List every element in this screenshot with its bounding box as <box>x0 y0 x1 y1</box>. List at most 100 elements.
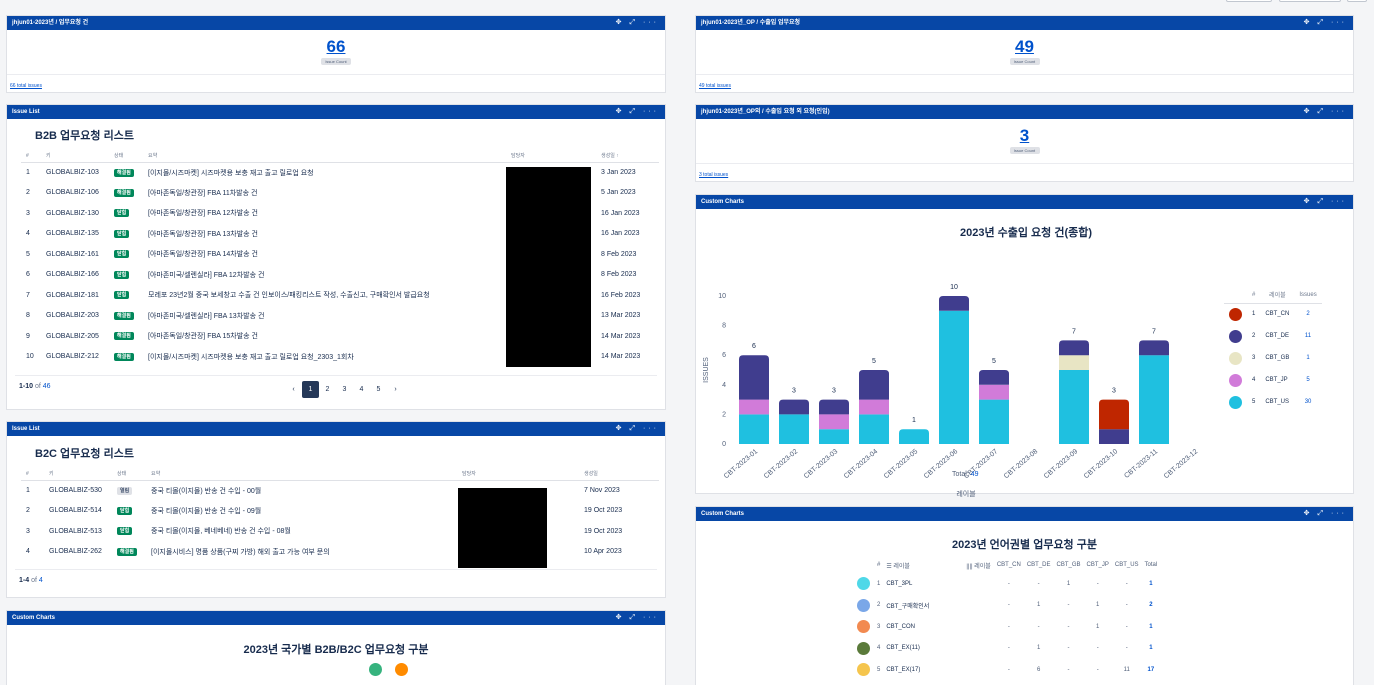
issue-count-value[interactable]: 49 <box>696 37 1353 57</box>
issue-summary[interactable]: [아마존미국/셀렌실라] FBA 13차발송 건 <box>148 306 511 327</box>
matrix-cell[interactable]: 1 <box>1024 638 1054 660</box>
legend-issues[interactable]: 11 <box>1294 325 1321 347</box>
gadget-controls-icon[interactable]: ✥ ⤢ ··· <box>1304 105 1347 119</box>
issue-key-link[interactable]: GLOBALBIZ-262 <box>49 542 117 563</box>
issue-summary[interactable]: 모레포 23년2월 중국 보세창고 수출 건 인보이스/패킹리스트 작성, 수출… <box>148 285 511 306</box>
matrix-column-header[interactable]: ☰ 레이블 <box>883 557 963 573</box>
issue-summary[interactable]: 중국 티몰(이지몰) 반송 건 수입 - 09월 <box>151 501 462 522</box>
matrix-cell[interactable]: 1 <box>1084 616 1112 638</box>
gadget-controls-icon[interactable]: ✥ ⤢ ··· <box>1304 195 1347 209</box>
col-created[interactable]: 생성일 <box>584 468 659 481</box>
bar-segment-cbt_de[interactable] <box>859 370 889 400</box>
issue-count-value[interactable]: 66 <box>7 37 665 57</box>
bar-segment-cbt_jp[interactable] <box>979 384 1009 400</box>
issue-summary[interactable]: [아마존독일/창관장] FBA 15차발송 건 <box>148 326 511 347</box>
row-total[interactable]: 1 <box>1142 573 1161 595</box>
bar-segment-cbt_de[interactable] <box>979 370 1009 385</box>
bar-segment-cbt_us[interactable] <box>1059 370 1089 444</box>
matrix-column-header[interactable]: CBT_JP <box>1084 557 1112 573</box>
bar-segment-cbt_jp[interactable] <box>739 399 769 415</box>
issue-summary[interactable]: 중국 티몰(이지몰, 베네베네) 반송 건 수입 - 08월 <box>151 521 462 542</box>
col-key[interactable]: 키 <box>46 150 114 163</box>
gadget-controls-icon[interactable]: ✥ ⤢ ··· <box>1304 507 1347 521</box>
table-row[interactable]: 1 CBT_3PL - - 1 - - 1 <box>852 573 1160 595</box>
issue-key-link[interactable]: GLOBALBIZ-530 <box>49 480 117 501</box>
issue-summary[interactable]: [이지몰/시즈마켓] 시즈마켓용 보충 재고 출고 릴로업 요청_2303_1회… <box>148 347 511 368</box>
matrix-cell[interactable]: 1 <box>1084 595 1112 617</box>
issue-key-link[interactable]: GLOBALBIZ-212 <box>46 347 114 368</box>
table-row[interactable]: 2 GLOBALBIZ-514 닫힘 중국 티몰(이지몰) 반송 건 수입 - 09월… <box>21 501 659 522</box>
page-button[interactable]: 5 <box>370 386 387 393</box>
bar-segment-cbt_us[interactable] <box>939 310 969 444</box>
matrix-column-header[interactable]: |||| 레이블 <box>963 557 993 573</box>
legend-row[interactable]: 4 CBT_JP 5 <box>1224 369 1322 391</box>
bar-segment-cbt_de[interactable] <box>779 399 809 415</box>
issue-summary[interactable]: [아마존독일/창관장] FBA 13차발송 건 <box>148 224 511 245</box>
bar-segment-cbt_us[interactable] <box>899 429 929 444</box>
bar-segment-cbt_de[interactable] <box>819 399 849 415</box>
prev-page-button[interactable]: ‹ <box>285 386 302 393</box>
toolbar-button[interactable] <box>1226 0 1272 2</box>
col-created[interactable]: 생성일 ↑ <box>601 150 659 163</box>
page-button[interactable]: 1 <box>302 381 319 398</box>
bar-segment-cbt_us[interactable] <box>859 414 889 444</box>
bar-segment-cbt_de[interactable] <box>939 296 969 311</box>
page-button[interactable]: 4 <box>353 386 370 393</box>
col-assignee[interactable]: 담당자 <box>462 468 584 481</box>
table-row[interactable]: 4 GLOBALBIZ-262 해결됨 [이지몰시비스] 명품 상품(구찌 가방) 해… <box>21 542 659 563</box>
col-assignee[interactable]: 담당자 <box>511 150 601 163</box>
matrix-column-header[interactable]: Total <box>1142 557 1161 573</box>
table-row[interactable]: 5 CBT_EX(17) - 6 - - 11 17 <box>852 659 1160 681</box>
issue-key-link[interactable]: GLOBALBIZ-135 <box>46 224 114 245</box>
next-page-button[interactable]: › <box>387 386 404 393</box>
total-issues-link[interactable]: 3 total issues <box>699 172 728 178</box>
issue-key-link[interactable]: GLOBALBIZ-514 <box>49 501 117 522</box>
issue-key-link[interactable]: GLOBALBIZ-130 <box>46 203 114 224</box>
bar-segment-cbt_us[interactable] <box>979 399 1009 444</box>
total-issues-link[interactable]: 66 total issues <box>10 83 42 89</box>
matrix-cell[interactable]: 11 <box>1112 659 1142 681</box>
matrix-cell[interactable]: 6 <box>1024 659 1054 681</box>
bar-segment-cbt_us[interactable] <box>1139 355 1169 444</box>
issue-key-link[interactable]: GLOBALBIZ-106 <box>46 183 114 204</box>
legend-issues[interactable]: 2 <box>1294 303 1321 325</box>
issue-summary[interactable]: [아마존미국/셀렌실라] FBA 12차발송 건 <box>148 265 511 286</box>
issue-summary[interactable]: [아마존독일/창관장] FBA 14차발송 건 <box>148 244 511 265</box>
gadget-controls-icon[interactable]: ✥ ⤢ ··· <box>616 611 659 625</box>
bar-segment-cbt_us[interactable] <box>819 429 849 444</box>
toolbar-button[interactable] <box>1347 0 1367 2</box>
table-row[interactable]: 4 CBT_EX(11) - 1 - - - 1 <box>852 638 1160 660</box>
col-number[interactable]: # <box>21 468 49 481</box>
row-total[interactable]: 2 <box>1142 595 1161 617</box>
row-total[interactable]: 1 <box>1142 638 1161 660</box>
issue-key-link[interactable]: GLOBALBIZ-205 <box>46 326 114 347</box>
matrix-column-header[interactable]: CBT_GB <box>1054 557 1084 573</box>
legend-row[interactable]: 5 CBT_US 30 <box>1224 391 1322 413</box>
gadget-controls-icon[interactable]: ✥ ⤢ ··· <box>616 105 659 119</box>
issue-key-link[interactable]: GLOBALBIZ-203 <box>46 306 114 327</box>
matrix-column-header[interactable]: CBT_US <box>1112 557 1142 573</box>
matrix-cell[interactable]: 1 <box>1054 573 1084 595</box>
bar-segment-cbt_us[interactable] <box>779 414 809 444</box>
matrix-cell[interactable]: 1 <box>1024 595 1054 617</box>
bar-segment-cbt_us[interactable] <box>739 414 769 444</box>
legend-issues[interactable]: 5 <box>1294 369 1321 391</box>
bar-segment-cbt_de[interactable] <box>739 355 769 400</box>
legend-row[interactable]: 1 CBT_CN 2 <box>1224 303 1322 325</box>
row-total[interactable]: 17 <box>1142 659 1161 681</box>
bar-segment-cbt_de[interactable] <box>1139 340 1169 356</box>
col-summary[interactable]: 요약 <box>148 150 511 163</box>
issue-count-value[interactable]: 3 <box>696 126 1353 146</box>
issue-summary[interactable]: [이지몰/시즈마켓] 시즈마켓용 보충 재고 출고 릴로업 요청 <box>148 162 511 183</box>
table-row[interactable]: 3 CBT_CON - - - 1 - 1 <box>852 616 1160 638</box>
gadget-controls-icon[interactable]: ✥ ⤢ ··· <box>616 422 659 436</box>
col-status[interactable]: 상태 <box>117 468 151 481</box>
total-issues-link[interactable]: 49 total issues <box>699 83 731 89</box>
matrix-column-header[interactable]: CBT_CN <box>994 557 1024 573</box>
issue-key-link[interactable]: GLOBALBIZ-161 <box>46 244 114 265</box>
page-button[interactable]: 2 <box>319 386 336 393</box>
table-row[interactable]: 2 CBT_구매확인서 - 1 - 1 - 2 <box>852 595 1160 617</box>
legend-issues[interactable]: 30 <box>1294 391 1321 413</box>
table-row[interactable]: 3 GLOBALBIZ-513 닫힘 중국 티몰(이지몰, 베네베네) 반송 건 수입… <box>21 521 659 542</box>
issue-summary[interactable]: [아마존독일/창관장] FBA 12차발송 건 <box>148 203 511 224</box>
